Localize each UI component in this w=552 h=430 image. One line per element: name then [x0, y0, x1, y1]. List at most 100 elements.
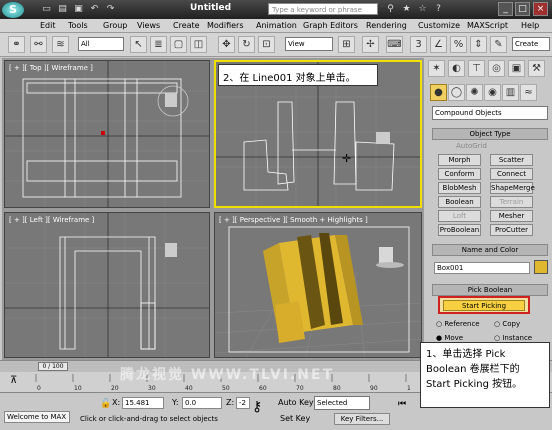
select-by-name-icon[interactable]: ≣: [150, 36, 167, 53]
mesher-button[interactable]: Mesher: [490, 210, 533, 222]
menu-maxscript[interactable]: MAXScript: [467, 21, 508, 30]
geometry-icon[interactable]: ●: [430, 84, 447, 101]
search-input[interactable]: Type a keyword or phrase: [268, 3, 378, 15]
object-color-swatch[interactable]: [534, 260, 548, 274]
new-file-icon[interactable]: ▭: [40, 3, 53, 15]
scatter-button[interactable]: Scatter: [490, 154, 533, 166]
reference-radio[interactable]: ○ Reference: [436, 320, 480, 328]
key-filters-button[interactable]: Key Filters...: [334, 413, 390, 425]
object-category-dropdown[interactable]: Compound Objects: [432, 106, 548, 120]
minimize-button[interactable]: _: [498, 2, 513, 16]
select-object-icon[interactable]: ↖: [130, 36, 147, 53]
bind-space-warp-icon[interactable]: ≋: [52, 36, 69, 53]
menu-rendering[interactable]: Rendering: [366, 21, 407, 30]
x-coordinate-field[interactable]: 15.481: [122, 397, 164, 409]
cameras-icon[interactable]: ◉: [484, 84, 501, 101]
y-coordinate-field[interactable]: 0.0: [182, 397, 222, 409]
loft-button[interactable]: Loft: [438, 210, 481, 222]
lock-selection-icon[interactable]: 🔓: [100, 399, 111, 409]
perspective-viewport[interactable]: [ + ][ Perspective ][ Smooth + Highlight…: [214, 212, 422, 358]
shapes-icon[interactable]: ◯: [448, 84, 465, 101]
set-key-button[interactable]: Set Key: [280, 414, 310, 423]
blobmesh-button[interactable]: BlobMesh: [438, 182, 481, 194]
object-type-rollout[interactable]: Object Type: [432, 128, 548, 140]
menu-edit[interactable]: Edit: [40, 21, 56, 30]
terrain-button[interactable]: Terrain: [490, 196, 533, 208]
proboolean-button[interactable]: ProBoolean: [438, 224, 481, 236]
menu-group[interactable]: Group: [103, 21, 127, 30]
percent-snap-icon[interactable]: %: [450, 36, 467, 53]
selection-set-dropdown[interactable]: Selected: [314, 396, 370, 410]
pivot-center-icon[interactable]: ⊞: [338, 36, 355, 53]
motion-tab-icon[interactable]: ◎: [488, 60, 505, 77]
window-crossing-icon[interactable]: ◫: [190, 36, 207, 53]
menu-help[interactable]: Help: [521, 21, 539, 30]
rectangular-selection-icon[interactable]: ▢: [170, 36, 187, 53]
reference-coordinate-dropdown[interactable]: View: [285, 37, 333, 51]
named-selection-sets-dropdown[interactable]: Create: [512, 37, 550, 51]
helpers-icon[interactable]: ▥: [502, 84, 519, 101]
menu-create[interactable]: Create: [173, 21, 200, 30]
open-file-icon[interactable]: ▤: [56, 3, 69, 15]
left-viewport[interactable]: [ + ][ Left ][ Wireframe ]: [4, 212, 210, 358]
menu-modifiers[interactable]: Modifiers: [207, 21, 244, 30]
z-coordinate-field[interactable]: -2: [236, 397, 250, 409]
app-logo-icon[interactable]: S: [2, 2, 24, 18]
object-name-input[interactable]: Box001: [434, 262, 530, 274]
hierarchy-tab-icon[interactable]: ⊤: [468, 60, 485, 77]
procutter-button[interactable]: ProCutter: [490, 224, 533, 236]
time-slider-thumb[interactable]: 0 / 100: [38, 362, 68, 371]
maxscript-listener[interactable]: Welcome to MAX: [4, 411, 70, 423]
pick-boolean-rollout[interactable]: Pick Boolean: [432, 284, 548, 296]
spinner-snap-icon[interactable]: ⇕: [470, 36, 487, 53]
move-radio[interactable]: ● Move: [436, 334, 463, 342]
menu-graph-editors[interactable]: Graph Editors: [303, 21, 358, 30]
edit-named-selection-icon[interactable]: ✎: [490, 36, 507, 53]
autogrid-checkbox[interactable]: AutoGrid: [456, 142, 487, 150]
select-link-icon[interactable]: ⚭: [8, 36, 25, 53]
select-and-rotate-icon[interactable]: ↻: [238, 36, 255, 53]
modify-tab-icon[interactable]: ◐: [448, 60, 465, 77]
goto-start-icon[interactable]: ⏮: [398, 399, 406, 409]
menu-views[interactable]: Views: [137, 21, 160, 30]
space-warps-icon[interactable]: ≈: [520, 84, 537, 101]
top-viewport[interactable]: [ + ][ Top ][ Wireframe ]: [4, 60, 210, 208]
unlink-icon[interactable]: ⚯: [30, 36, 47, 53]
search-icon[interactable]: ⚲: [384, 3, 397, 15]
create-tab-icon[interactable]: ✶: [428, 60, 445, 77]
utilities-tab-icon[interactable]: ⚒: [528, 60, 545, 77]
auto-key-button[interactable]: Auto Key: [278, 398, 314, 407]
undo-icon[interactable]: ↶: [88, 3, 101, 15]
copy-radio[interactable]: ○ Copy: [494, 320, 520, 328]
shapemerge-button[interactable]: ShapeMerge: [490, 182, 535, 194]
instance-radio[interactable]: ○ Instance: [494, 334, 532, 342]
menu-animation[interactable]: Animation: [256, 21, 297, 30]
menu-customize[interactable]: Customize: [418, 21, 460, 30]
selection-filter-dropdown[interactable]: All: [78, 37, 124, 51]
menu-tools[interactable]: Tools: [68, 21, 88, 30]
maximize-button[interactable]: □: [515, 2, 530, 16]
key-icon[interactable]: ⚷: [252, 399, 262, 415]
angle-snap-icon[interactable]: ∠: [430, 36, 447, 53]
start-picking-button[interactable]: Start Picking: [443, 300, 525, 311]
display-tab-icon[interactable]: ▣: [508, 60, 525, 77]
help-icon[interactable]: ?: [432, 3, 445, 15]
front-viewport[interactable]: ✛ 2、在 Line001 对象上单击。: [214, 60, 422, 208]
name-color-rollout[interactable]: Name and Color: [432, 244, 548, 256]
select-and-scale-icon[interactable]: ⊡: [258, 36, 275, 53]
save-file-icon[interactable]: ▣: [72, 3, 85, 15]
redo-icon[interactable]: ↷: [104, 3, 117, 15]
mini-curve-editor-icon[interactable]: ⊼: [10, 375, 17, 386]
select-and-move-icon[interactable]: ✥: [218, 36, 235, 53]
close-button[interactable]: ×: [533, 2, 548, 16]
lights-icon[interactable]: ✺: [466, 84, 483, 101]
favorites-icon[interactable]: ☆: [416, 3, 429, 15]
boolean-button[interactable]: Boolean: [438, 196, 481, 208]
select-manipulate-icon[interactable]: ✢: [362, 36, 379, 53]
keyboard-shortcut-icon[interactable]: ⌨: [386, 36, 403, 53]
communication-center-icon[interactable]: ★: [400, 3, 413, 15]
snaps-toggle-icon[interactable]: 3: [410, 36, 427, 53]
conform-button[interactable]: Conform: [438, 168, 481, 180]
connect-button[interactable]: Connect: [490, 168, 533, 180]
morph-button[interactable]: Morph: [438, 154, 481, 166]
